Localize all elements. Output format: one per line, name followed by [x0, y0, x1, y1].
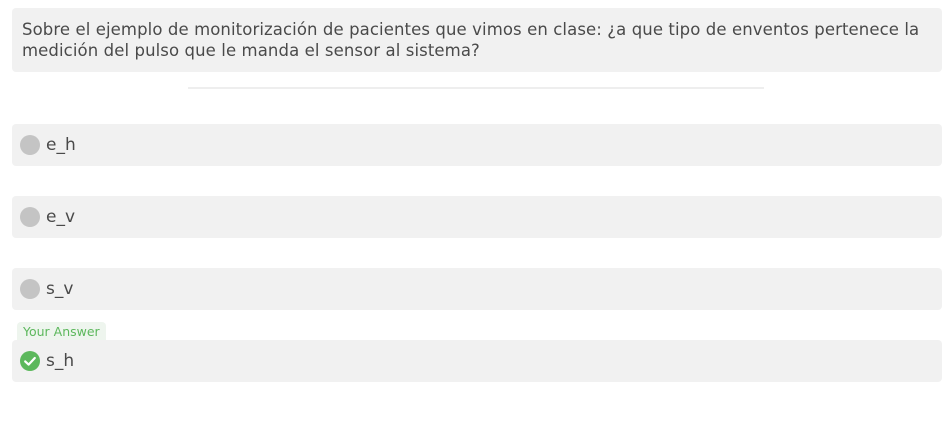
option-label: s_h — [46, 351, 75, 371]
option-label: e_h — [46, 135, 76, 155]
question-text-box: Sobre el ejemplo de monitorización de pa… — [12, 8, 942, 72]
option-e-v[interactable]: e_v — [12, 196, 942, 238]
option-e-h[interactable]: e_h — [12, 124, 942, 166]
option-label: e_v — [46, 207, 76, 227]
your-answer-badge: Your Answer — [17, 322, 106, 341]
option-s-v[interactable]: s_v — [12, 268, 942, 310]
check-circle-icon[interactable] — [20, 351, 40, 371]
divider — [188, 87, 764, 89]
radio-icon[interactable] — [20, 279, 40, 299]
question-text: Sobre el ejemplo de monitorización de pa… — [22, 20, 920, 60]
radio-icon[interactable] — [20, 135, 40, 155]
quiz-question-panel: Sobre el ejemplo de monitorización de pa… — [0, 0, 948, 433]
option-label: s_v — [46, 279, 74, 299]
option-s-h[interactable]: s_h — [12, 340, 942, 382]
radio-icon[interactable] — [20, 207, 40, 227]
